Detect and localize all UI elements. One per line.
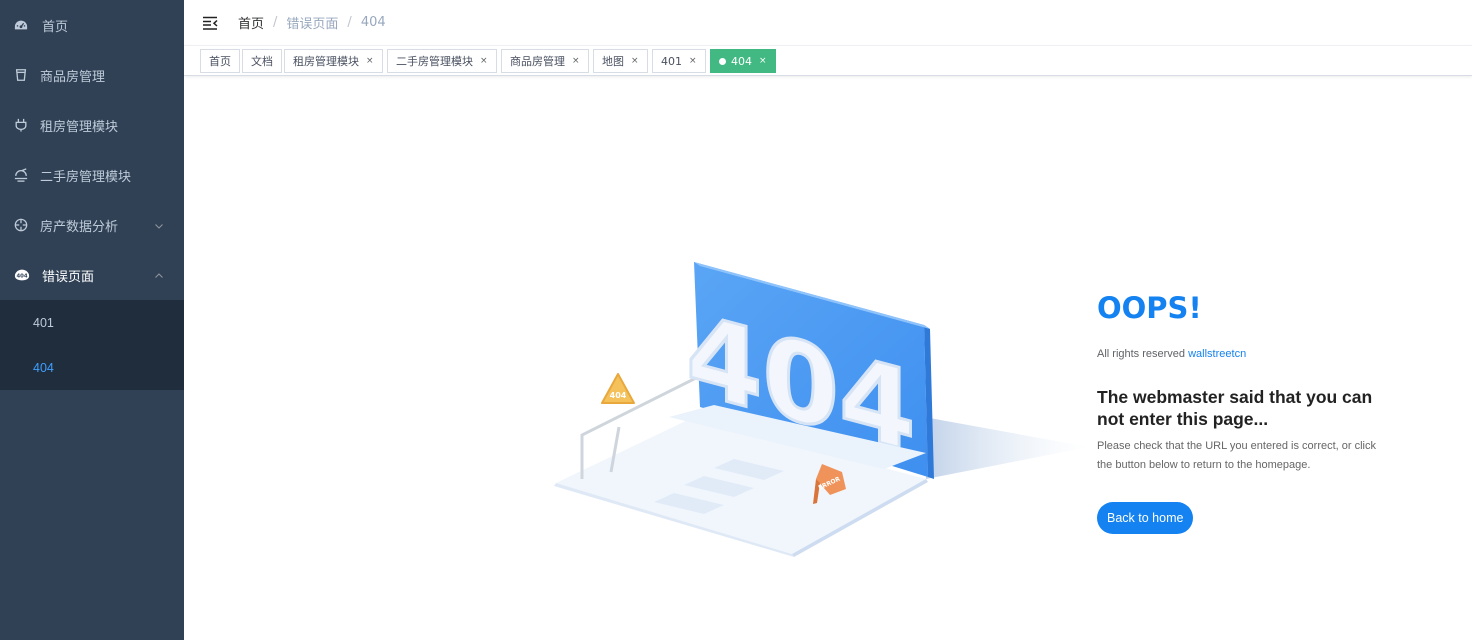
- oops-heading: OOPS!: [1097, 291, 1202, 325]
- tag-docs[interactable]: 文档: [242, 49, 282, 73]
- close-icon[interactable]: ×: [480, 56, 488, 66]
- plug-icon: [14, 118, 28, 132]
- back-to-home-button[interactable]: Back to home: [1097, 501, 1194, 534]
- sidebar-item-rental[interactable]: 租房管理模块: [0, 100, 184, 150]
- sidebar-item-home[interactable]: 首页: [0, 0, 184, 50]
- tags-view: 首页 文档 租房管理模块 × 二手房管理模块 × 商品房管理 × 地图 × 40…: [184, 46, 1472, 76]
- breadcrumb-separator: /: [347, 15, 352, 30]
- chevron-down-icon: [154, 220, 164, 230]
- close-icon[interactable]: ×: [759, 56, 767, 66]
- tag-404[interactable]: 404 ×: [710, 49, 776, 73]
- close-icon[interactable]: ×: [631, 56, 639, 66]
- sidebar-item-label: 首页: [42, 19, 69, 35]
- 404-illustration: 404 404 ERROR: [554, 262, 1089, 557]
- tag-label: 租房管理模块: [293, 55, 359, 68]
- close-icon[interactable]: ×: [366, 56, 374, 66]
- sidebar-item-label: 房产数据分析: [40, 219, 119, 235]
- sidebar-item-commercial-housing[interactable]: 商品房管理: [0, 50, 184, 100]
- breadcrumb-home[interactable]: 首页: [238, 13, 264, 32]
- error-headline: The webmaster said that you can not ente…: [1097, 386, 1373, 429]
- hamburger-icon[interactable]: [201, 14, 219, 32]
- active-dot-icon: [719, 57, 726, 65]
- breadcrumb: 首页 / 错误页面 / 404: [238, 13, 386, 32]
- crosshair-icon: [14, 218, 28, 232]
- tag-401[interactable]: 401 ×: [652, 49, 706, 73]
- tag-label: 401: [661, 54, 682, 68]
- main-content: 404 404 ERROR OOPS! All rights reserved …: [184, 77, 1472, 640]
- 404-icon: 404: [14, 268, 30, 282]
- sidebar-item-data-analysis[interactable]: 房产数据分析: [0, 200, 184, 250]
- error-info: OOPS! All rights reserved wallstreetcn T…: [1097, 291, 1387, 534]
- sidebar-item-label: 错误页面: [42, 269, 95, 285]
- sidebar-item-second-hand[interactable]: 二手房管理模块: [0, 150, 184, 200]
- sidebar-subitem-404[interactable]: 404: [0, 345, 184, 390]
- tag-second-hand[interactable]: 二手房管理模块 ×: [387, 49, 497, 73]
- lamp-icon: [14, 168, 28, 182]
- warning-sign-text: 404: [610, 391, 627, 400]
- error-pages-submenu: 401 404: [0, 300, 184, 390]
- tag-label: 404: [731, 54, 752, 68]
- tag-label: 二手房管理模块: [396, 55, 473, 68]
- close-icon[interactable]: ×: [572, 56, 580, 66]
- sidebar-item-label: 租房管理模块: [40, 119, 119, 135]
- rights-text: All rights reserved wallstreetcn: [1097, 348, 1387, 360]
- tag-label: 首页: [209, 55, 231, 68]
- sidebar-item-label: 二手房管理模块: [40, 169, 132, 185]
- tag-rental[interactable]: 租房管理模块 ×: [284, 49, 383, 73]
- dashboard-icon: [14, 18, 28, 32]
- tag-commercial-housing[interactable]: 商品房管理 ×: [501, 49, 589, 73]
- chevron-up-icon: [154, 270, 164, 280]
- tag-home[interactable]: 首页: [200, 49, 240, 73]
- tag-label: 地图: [602, 55, 624, 68]
- navbar: 首页 / 错误页面 / 404: [184, 0, 1472, 46]
- breadcrumb-separator: /: [273, 15, 278, 30]
- tag-map[interactable]: 地图 ×: [593, 49, 648, 73]
- close-icon[interactable]: ×: [689, 56, 697, 66]
- svg-text:404: 404: [16, 274, 27, 280]
- sidebar-item-error-pages[interactable]: 404 错误页面: [0, 250, 184, 300]
- sidebar-item-label: 商品房管理: [40, 69, 106, 85]
- tag-label: 文档: [251, 55, 273, 68]
- cup-icon: [14, 68, 28, 82]
- wallstreetcn-link[interactable]: wallstreetcn: [1188, 348, 1246, 360]
- error-description: Please check that the URL you entered is…: [1097, 439, 1376, 471]
- sidebar: 首页 商品房管理 租房管理模块 二手房管理模块 房产数据分析 404 错误页面: [0, 0, 184, 640]
- rights-prefix: All rights reserved: [1097, 347, 1186, 360]
- breadcrumb-error-pages: 错误页面: [286, 17, 339, 32]
- breadcrumb-current: 404: [360, 15, 386, 30]
- sidebar-subitem-401[interactable]: 401: [0, 300, 184, 345]
- tag-label: 商品房管理: [510, 55, 565, 68]
